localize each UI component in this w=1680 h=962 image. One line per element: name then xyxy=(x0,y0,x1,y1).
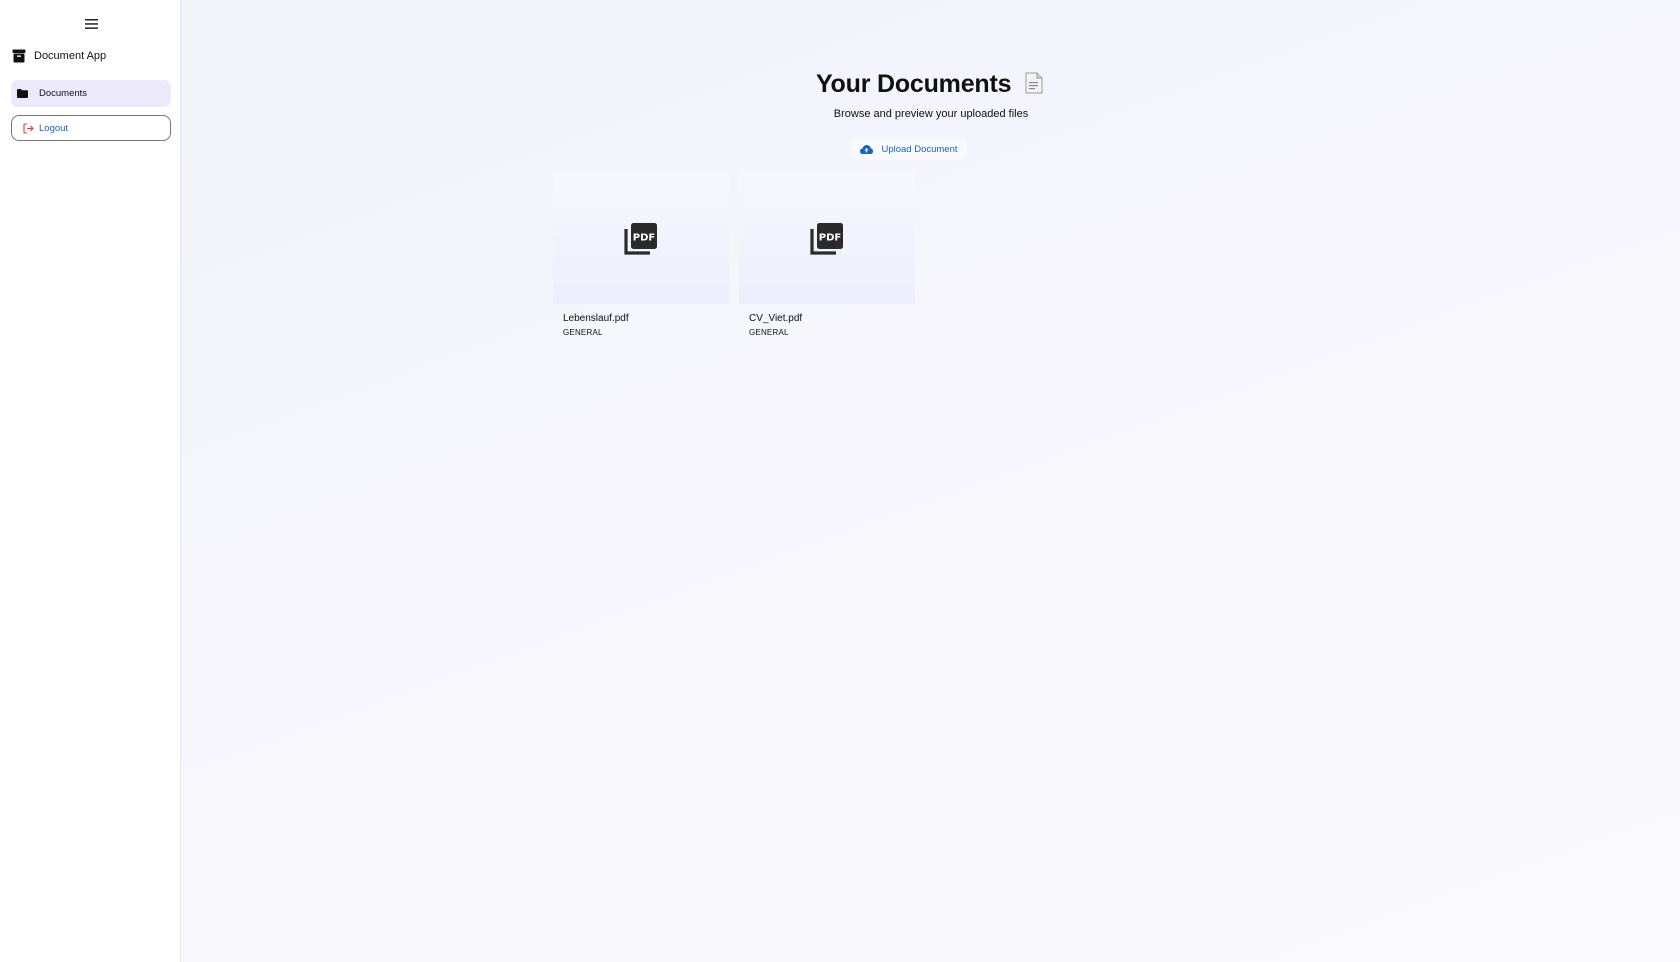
svg-text:PDF: PDF xyxy=(819,233,841,244)
page-subtitle: Browse and preview your uploaded files xyxy=(833,108,1029,120)
cloud-upload-icon xyxy=(860,144,874,154)
sidebar: Document App Documents Logout xyxy=(0,0,181,962)
document-category: GENERAL xyxy=(749,328,789,337)
upload-document-button[interactable]: Upload Document xyxy=(851,138,967,160)
document-thumbnail: PDF xyxy=(553,172,729,304)
svg-text:PDF: PDF xyxy=(633,233,655,244)
document-card[interactable]: PDF CV_Viet.pdf GENERAL xyxy=(739,172,915,342)
page-title-text: Your Documents xyxy=(815,70,1012,98)
logout-icon xyxy=(23,122,34,134)
app-title: Document App xyxy=(34,50,107,62)
page-title: Your Documents xyxy=(182,70,1680,102)
document-emoji-icon xyxy=(1022,71,1046,102)
brand: Document App xyxy=(12,47,106,65)
upload-document-label: Upload Document xyxy=(881,143,958,155)
main-content: Your Documents Browse and preview your u… xyxy=(182,0,1680,962)
logout-label: Logout xyxy=(39,122,69,134)
document-category: GENERAL xyxy=(563,328,603,337)
pdf-icon: PDF xyxy=(810,221,844,255)
pdf-icon: PDF xyxy=(624,221,658,255)
folder-icon xyxy=(17,89,28,98)
document-name: Lebenslauf.pdf xyxy=(563,313,629,324)
document-card[interactable]: PDF Lebenslauf.pdf GENERAL xyxy=(553,172,729,342)
sidebar-item-label: Documents xyxy=(39,88,88,99)
archive-icon xyxy=(12,49,26,63)
document-thumbnail: PDF xyxy=(739,172,915,304)
logout-button[interactable]: Logout xyxy=(11,115,171,141)
document-name: CV_Viet.pdf xyxy=(749,313,803,324)
sidebar-item-documents[interactable]: Documents xyxy=(11,80,171,107)
menu-icon[interactable] xyxy=(80,15,102,33)
